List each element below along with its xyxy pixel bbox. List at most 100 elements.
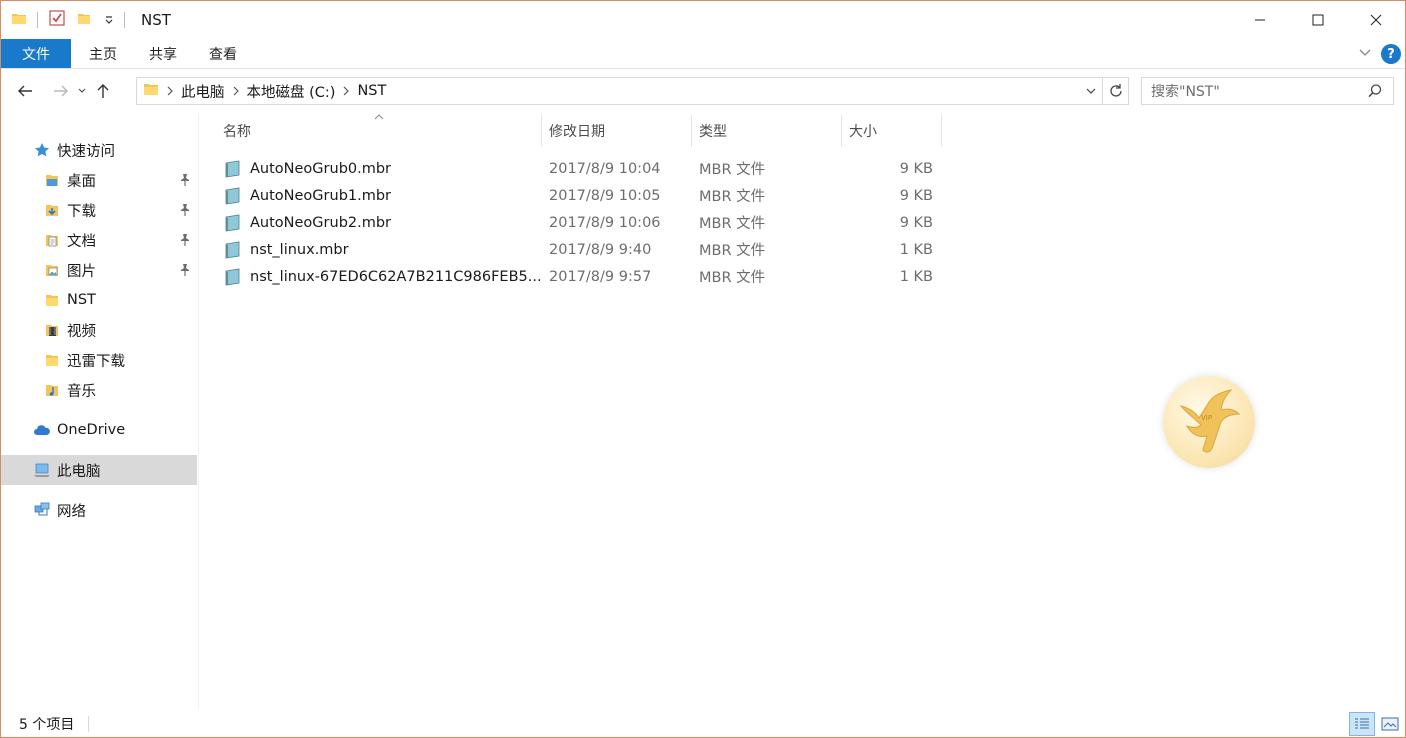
- tab-file[interactable]: 文件: [1, 39, 71, 68]
- sidebar-item-documents[interactable]: 文档: [1, 225, 197, 255]
- column-divider[interactable]: [941, 115, 942, 147]
- breadcrumb-separator-icon[interactable]: [225, 78, 247, 104]
- floating-download-widget[interactable]: VIP: [1163, 376, 1255, 468]
- file-row[interactable]: nst_linux-67ED6C62A7B211C986FEB5... 2017…: [215, 263, 943, 290]
- breadcrumb-this-pc[interactable]: 此电脑: [181, 81, 225, 102]
- sidebar-item-downloads[interactable]: 下载: [1, 195, 197, 225]
- explorer-window: NST 文件 主页 共享 查看 ? 此电脑 本地磁盘 (C:) NST 搜索"N…: [0, 0, 1406, 738]
- sidebar-item-pictures[interactable]: 图片: [1, 255, 197, 285]
- column-header-name[interactable]: 名称: [215, 113, 541, 149]
- large-icons-view-button[interactable]: [1377, 712, 1403, 736]
- folder-icon: [43, 351, 61, 369]
- file-name-cell: AutoNeoGrub2.mbr: [223, 209, 545, 236]
- sidebar-item-music[interactable]: 音乐: [1, 375, 197, 405]
- search-input[interactable]: 搜索"NST": [1141, 77, 1394, 105]
- column-header-size[interactable]: 大小: [841, 113, 941, 149]
- file-name-cell: nst_linux.mbr: [223, 236, 545, 263]
- network-icon: [33, 501, 51, 519]
- sidebar-item-xunlei-downloads[interactable]: 迅雷下载: [1, 345, 197, 375]
- back-button[interactable]: [11, 77, 39, 105]
- file-name: AutoNeoGrub1.mbr: [250, 187, 392, 204]
- maximize-button[interactable]: [1289, 1, 1347, 39]
- file-date: 2017/8/9 10:05: [549, 187, 661, 204]
- sidebar-item-network[interactable]: 网络: [1, 495, 197, 525]
- folder-icon[interactable]: [11, 10, 27, 30]
- forward-arrow-icon: [54, 85, 68, 97]
- navigation-pane: 快速访问 桌面 下载 文档 图片 NST 视频 迅雷下载 音乐 OneDrive…: [1, 113, 199, 709]
- close-button[interactable]: [1347, 1, 1405, 39]
- desktop-folder-icon: [43, 171, 61, 189]
- toolbar-separator: [37, 12, 38, 28]
- file-row[interactable]: AutoNeoGrub2.mbr 2017/8/9 10:06 MBR 文件 9…: [215, 209, 943, 236]
- sidebar-item-label: 迅雷下载: [67, 353, 125, 370]
- address-history-button[interactable]: [1080, 78, 1102, 104]
- quick-access-toolbar: [11, 9, 131, 31]
- pin-icon[interactable]: [179, 203, 191, 221]
- maximize-icon: [1312, 14, 1324, 26]
- star-icon: [33, 141, 51, 159]
- file-type: MBR 文件: [699, 243, 766, 259]
- sidebar-item-videos[interactable]: 视频: [1, 315, 197, 345]
- documents-folder-icon: [43, 231, 61, 249]
- help-icon[interactable]: ?: [1381, 44, 1401, 64]
- pin-icon[interactable]: [179, 233, 191, 251]
- file-row[interactable]: nst_linux.mbr 2017/8/9 9:40 MBR 文件 1 KB: [215, 236, 943, 263]
- file-name-cell: AutoNeoGrub1.mbr: [223, 182, 545, 209]
- file-row[interactable]: AutoNeoGrub1.mbr 2017/8/9 10:05 MBR 文件 9…: [215, 182, 943, 209]
- customize-toolbar-chevron-icon[interactable]: [104, 12, 114, 28]
- details-view-button[interactable]: [1349, 712, 1375, 736]
- file-name: AutoNeoGrub0.mbr: [250, 160, 392, 177]
- file-type: MBR 文件: [699, 216, 766, 232]
- sidebar-item-label: 视频: [67, 323, 96, 340]
- breadcrumb-nst[interactable]: NST: [357, 83, 386, 99]
- window-controls: [1231, 1, 1405, 39]
- recent-locations-button[interactable]: [75, 77, 89, 105]
- large-icons-view-icon: [1381, 717, 1399, 731]
- sidebar-item-desktop[interactable]: 桌面: [1, 165, 197, 195]
- ribbon-tabs: 文件 主页 共享 查看 ?: [1, 39, 1405, 69]
- sidebar-item-onedrive[interactable]: OneDrive: [1, 415, 197, 445]
- folder-icon: [143, 81, 159, 101]
- close-icon: [1370, 14, 1382, 26]
- up-button[interactable]: [89, 77, 117, 105]
- column-header-type[interactable]: 类型: [691, 113, 841, 149]
- pin-icon[interactable]: [179, 173, 191, 191]
- address-bar[interactable]: 此电脑 本地磁盘 (C:) NST: [136, 77, 1129, 105]
- properties-icon[interactable]: [48, 9, 66, 31]
- file-name-cell: AutoNeoGrub0.mbr: [223, 155, 545, 182]
- file-size: 9 KB: [899, 160, 933, 177]
- sidebar-item-this-pc[interactable]: 此电脑: [1, 455, 197, 485]
- column-header-date[interactable]: 修改日期: [541, 113, 691, 149]
- new-folder-icon[interactable]: [76, 10, 92, 30]
- details-view-icon: [1355, 718, 1369, 729]
- sidebar-item-label: 快速访问: [57, 143, 115, 160]
- tab-home[interactable]: 主页: [73, 39, 133, 68]
- tab-view[interactable]: 查看: [193, 39, 253, 68]
- breadcrumb-separator-icon[interactable]: [335, 78, 357, 104]
- file-row[interactable]: AutoNeoGrub0.mbr 2017/8/9 10:04 MBR 文件 9…: [215, 155, 943, 182]
- sidebar-item-label: 图片: [67, 263, 96, 280]
- file-date: 2017/8/9 9:40: [549, 241, 652, 258]
- file-name: AutoNeoGrub2.mbr: [250, 214, 392, 231]
- up-arrow-icon: [97, 84, 109, 98]
- title-bar: NST: [1, 1, 1405, 39]
- tab-share[interactable]: 共享: [133, 39, 193, 68]
- expand-ribbon-icon[interactable]: [1357, 44, 1373, 64]
- forward-button[interactable]: [47, 77, 75, 105]
- breadcrumb-separator-icon[interactable]: [159, 78, 181, 104]
- sidebar-item-label: OneDrive: [57, 422, 126, 438]
- minimize-button[interactable]: [1231, 1, 1289, 39]
- sidebar-item-nst[interactable]: NST: [1, 285, 197, 315]
- breadcrumb-local-disk[interactable]: 本地磁盘 (C:): [247, 81, 336, 102]
- sidebar-item-quick-access[interactable]: 快速访问: [1, 135, 197, 165]
- file-type: MBR 文件: [699, 189, 766, 205]
- file-size: 1 KB: [899, 241, 933, 258]
- window-title: NST: [141, 11, 171, 29]
- file-name: nst_linux-67ED6C62A7B211C986FEB5...: [250, 268, 542, 285]
- sidebar-item-label: 音乐: [67, 383, 96, 400]
- pin-icon[interactable]: [179, 263, 191, 281]
- sidebar-item-label: 下载: [67, 203, 96, 220]
- status-separator: [88, 716, 90, 732]
- search-icon[interactable]: [1367, 83, 1383, 103]
- refresh-button[interactable]: [1102, 78, 1128, 104]
